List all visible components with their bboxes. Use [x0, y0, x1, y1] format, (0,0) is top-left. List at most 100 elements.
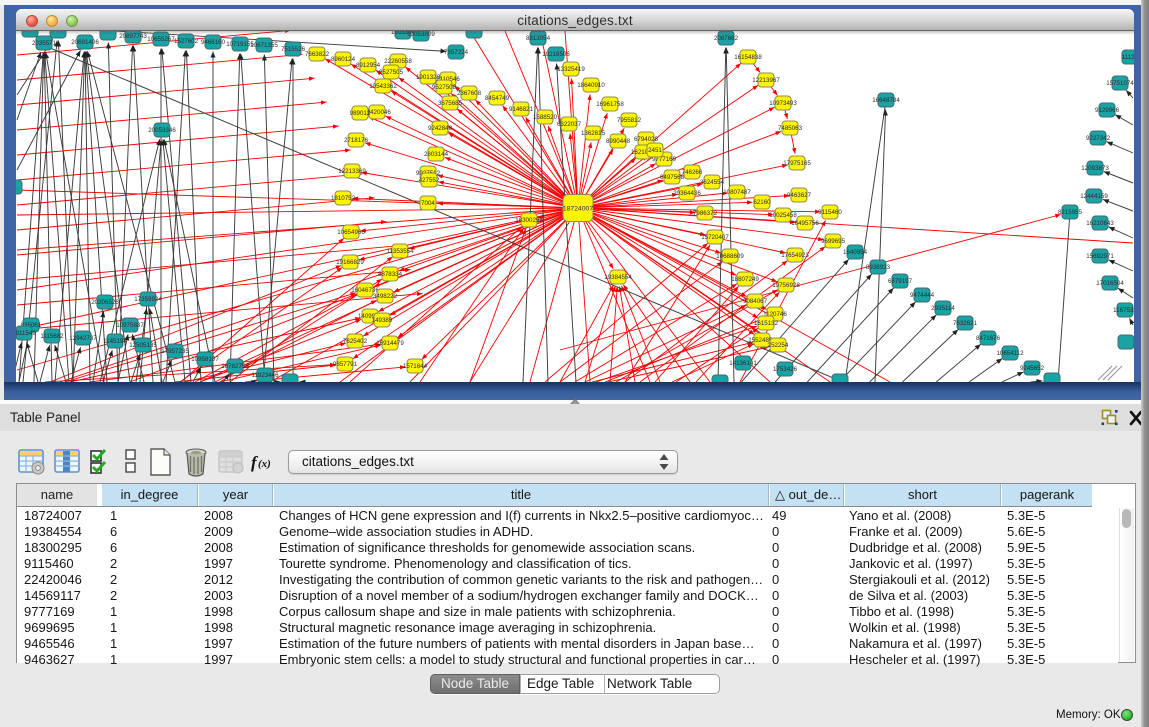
svg-text:19166829: 19166829: [336, 259, 364, 266]
svg-text:7663822: 7663822: [305, 51, 330, 58]
svg-text:7004: 7004: [421, 200, 435, 207]
svg-text:149389: 149389: [372, 317, 393, 324]
svg-text:17975165: 17975165: [783, 160, 811, 167]
svg-text:15751074: 15751074: [1106, 80, 1134, 87]
svg-text:6879197: 6879197: [888, 278, 913, 285]
svg-text:7986372: 7986372: [693, 210, 718, 217]
svg-text:6322037: 6322037: [557, 121, 582, 128]
svg-text:14136141: 14136141: [729, 360, 757, 367]
svg-text:8454749: 8454749: [485, 95, 510, 102]
svg-text:8813054: 8813054: [526, 35, 551, 42]
svg-text:18807249: 18807249: [731, 276, 759, 283]
svg-text:9466160: 9466160: [201, 39, 226, 46]
svg-text:8471676: 8471676: [976, 335, 1001, 342]
svg-text:10654112: 10654112: [996, 350, 1024, 357]
svg-text:7632621: 7632621: [953, 320, 978, 327]
svg-text:1810752: 1810752: [331, 195, 356, 202]
svg-text:16782759: 16782759: [221, 363, 249, 370]
svg-text:9115460: 9115460: [818, 209, 842, 216]
svg-text:8878334: 8878334: [378, 271, 403, 278]
svg-text:12444159: 12444159: [1080, 193, 1108, 200]
svg-text:6794028: 6794028: [634, 136, 659, 143]
svg-text:20206526: 20206526: [91, 299, 119, 306]
svg-text:16154838: 16154838: [734, 54, 762, 61]
svg-text:1115682: 1115682: [40, 333, 64, 340]
svg-text:19384554: 19384554: [604, 274, 632, 281]
svg-text:10654966: 10654966: [337, 229, 365, 236]
svg-text:3498222: 3498222: [373, 293, 398, 300]
svg-text:16961758: 16961758: [596, 101, 624, 108]
svg-text:10025458: 10025458: [769, 212, 797, 219]
svg-text:1615132: 1615132: [754, 320, 779, 327]
svg-text:10958107: 10958107: [191, 356, 219, 363]
svg-text:8990448: 8990448: [606, 138, 631, 145]
svg-text:3675685: 3675685: [438, 100, 463, 107]
svg-text:19756928: 19756928: [772, 282, 800, 289]
svg-text:17957235: 17957235: [161, 348, 189, 355]
svg-text:1362615: 1362615: [581, 130, 606, 137]
svg-text:9463627: 9463627: [787, 192, 812, 199]
svg-text:12942737: 12942737: [69, 335, 97, 342]
svg-text:8215955: 8215955: [1058, 209, 1083, 216]
svg-text:17654923: 17654923: [781, 252, 809, 259]
svg-text:19218506: 19218506: [542, 51, 570, 58]
svg-text:7625402: 7625402: [343, 338, 368, 345]
svg-text:7955812: 7955812: [617, 117, 642, 124]
svg-text:22260558: 22260558: [384, 58, 412, 65]
svg-text:18300295: 18300295: [515, 217, 543, 224]
svg-text:11353554: 11353554: [386, 248, 414, 255]
svg-text:9227342: 9227342: [1086, 135, 1111, 142]
svg-text:12093873: 12093873: [1081, 165, 1109, 172]
svg-text:8960124: 8960124: [331, 56, 356, 63]
svg-text:2451: 2451: [648, 147, 662, 154]
svg-text:(x): (x): [258, 458, 271, 470]
svg-text:3911549: 3911549: [16, 330, 36, 337]
svg-text:12213369: 12213369: [338, 168, 366, 175]
svg-text:9084067: 9084067: [743, 298, 768, 305]
svg-text:9857791: 9857791: [333, 361, 358, 368]
svg-text:2935114: 2935114: [931, 305, 955, 312]
svg-text:9242848: 9242848: [428, 125, 453, 132]
svg-text:12505135: 12505135: [129, 342, 157, 349]
svg-text:1753426: 1753426: [773, 366, 798, 373]
svg-text:1527602: 1527602: [174, 38, 199, 45]
svg-text:1588520: 1588520: [533, 114, 558, 121]
svg-text:8938923: 8938923: [866, 264, 891, 271]
svg-text:15692971: 15692971: [1086, 253, 1114, 260]
svg-text:427552: 427552: [419, 177, 440, 184]
svg-text:989012: 989012: [350, 110, 371, 117]
svg-text:20691406: 20691406: [71, 39, 99, 46]
svg-text:2367608: 2367608: [457, 90, 482, 97]
svg-text:9474444: 9474444: [910, 292, 935, 299]
svg-text:746266: 746266: [682, 169, 703, 176]
svg-text:11923446: 11923446: [251, 372, 279, 379]
svg-text:10973493: 10973493: [769, 100, 797, 107]
svg-text:10807487: 10807487: [723, 189, 751, 196]
svg-text:9146821: 9146821: [509, 106, 534, 113]
svg-text:9245652: 9245652: [1020, 365, 1045, 372]
svg-text:10543362: 10543362: [369, 83, 397, 90]
svg-text:16648784: 16648784: [872, 97, 900, 104]
svg-text:20364436: 20364436: [673, 190, 701, 197]
svg-text:7515526: 7515526: [281, 46, 306, 53]
svg-text:7357224: 7357224: [444, 49, 469, 56]
svg-text:1640954: 1640954: [843, 249, 868, 256]
svg-text:20053346: 20053346: [148, 127, 176, 134]
svg-text:62160: 62160: [753, 199, 771, 206]
svg-text:11124: 11124: [1122, 54, 1134, 61]
svg-text:10655267: 10655267: [147, 36, 175, 43]
svg-text:2718176: 2718176: [344, 137, 369, 144]
svg-text:9129966: 9129966: [1095, 107, 1120, 114]
svg-text:17359924: 17359924: [134, 296, 162, 303]
svg-text:10671355: 10671355: [250, 42, 278, 49]
svg-text:8912954: 8912954: [356, 62, 381, 69]
svg-text:2087682: 2087682: [714, 35, 739, 42]
svg-text:3624554: 3624554: [700, 179, 725, 186]
svg-text:252254: 252254: [768, 342, 789, 349]
svg-text:15720407: 15720407: [701, 234, 729, 241]
svg-text:16914479: 16914479: [376, 340, 404, 347]
svg-text:1145194: 1145194: [103, 338, 127, 345]
svg-text:9699695: 9699695: [821, 238, 846, 245]
svg-text:9527508: 9527508: [432, 84, 457, 91]
svg-text:10688609: 10688609: [716, 253, 744, 260]
